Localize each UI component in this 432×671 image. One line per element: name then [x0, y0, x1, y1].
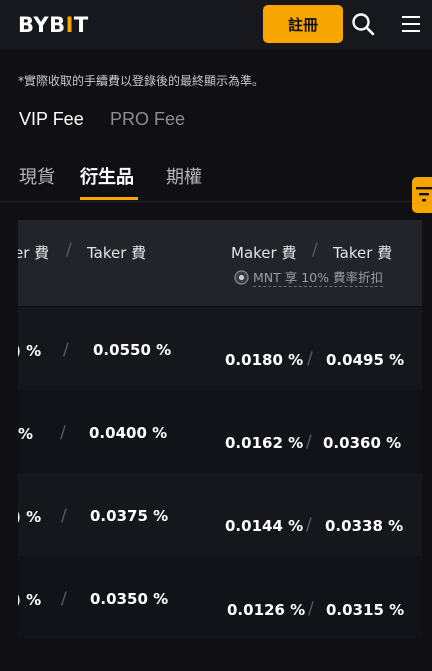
left-taker-header: Taker 費 — [87, 244, 147, 262]
bybit-logo[interactable]: BYBIT — [18, 13, 89, 37]
left-taker-value: 0.0400 % — [89, 424, 168, 442]
right-taker-value: 0.0360 % — [323, 434, 402, 452]
tab-options[interactable]: 期權 — [166, 163, 202, 189]
tab-divider — [0, 201, 432, 202]
left-taker-value: 0.0375 % — [90, 507, 169, 525]
filter-icon — [416, 187, 432, 202]
logo-text: BYB — [18, 13, 66, 37]
value-separator: / — [306, 432, 312, 452]
right-taker-value: 0.0315 % — [326, 601, 405, 619]
left-taker-value: 0.0350 % — [90, 590, 169, 608]
search-icon[interactable] — [351, 12, 375, 36]
table-row — [18, 556, 422, 639]
value-separator: / — [63, 340, 69, 360]
left-maker-header: er 費 — [14, 244, 50, 262]
table-row — [18, 390, 422, 473]
right-taker-value: 0.0495 % — [326, 351, 405, 369]
left-maker-value: % — [18, 425, 34, 443]
value-separator: / — [61, 589, 67, 609]
table-row — [18, 307, 422, 390]
logo-text-end: T — [73, 13, 89, 37]
register-button[interactable]: 註冊 — [263, 5, 343, 43]
right-taker-header: Taker 費 — [333, 244, 393, 262]
right-maker-value: 0.0144 % — [225, 517, 304, 535]
scroll-edge-mask — [0, 202, 18, 671]
left-taker-value: 0.0550 % — [93, 341, 172, 359]
tab-spot[interactable]: 現貨 — [19, 163, 55, 189]
tab-derivatives[interactable]: 衍生品 — [80, 163, 134, 189]
fee-disclaimer-note: *實際收取的手續費以登錄後的最終顯示為準。 — [18, 74, 265, 88]
right-maker-value: 0.0126 % — [227, 601, 306, 619]
logo-accent-bar: I — [65, 13, 74, 37]
right-taker-value: 0.0338 % — [325, 517, 404, 535]
right-maker-value: 0.0162 % — [225, 434, 304, 452]
value-separator: / — [308, 599, 314, 619]
right-maker-header: Maker 費 — [231, 244, 297, 262]
value-separator: / — [306, 515, 312, 535]
left-maker-value: ) % — [14, 591, 42, 609]
value-separator: / — [307, 349, 313, 369]
tab-pro-fee[interactable]: PRO Fee — [110, 109, 185, 130]
filter-button[interactable] — [412, 177, 432, 213]
header-separator: / — [312, 240, 318, 260]
left-maker-value: ) % — [14, 508, 42, 526]
tab-vip-fee[interactable]: VIP Fee — [19, 109, 84, 130]
left-maker-value: ) % — [14, 342, 42, 360]
hamburger-menu-icon[interactable] — [402, 15, 420, 33]
mnt-token-icon — [234, 270, 249, 285]
value-separator: / — [60, 423, 66, 443]
top-nav-bar: BYBIT 註冊 — [0, 0, 432, 50]
right-maker-value: 0.0180 % — [225, 351, 304, 369]
fee-table-header — [18, 220, 422, 306]
value-separator: / — [61, 506, 67, 526]
table-row — [18, 473, 422, 556]
mnt-discount-note[interactable]: MNT 享 10% 費率折扣 — [253, 270, 383, 287]
active-tab-indicator — [80, 197, 138, 200]
header-separator: / — [66, 240, 72, 260]
